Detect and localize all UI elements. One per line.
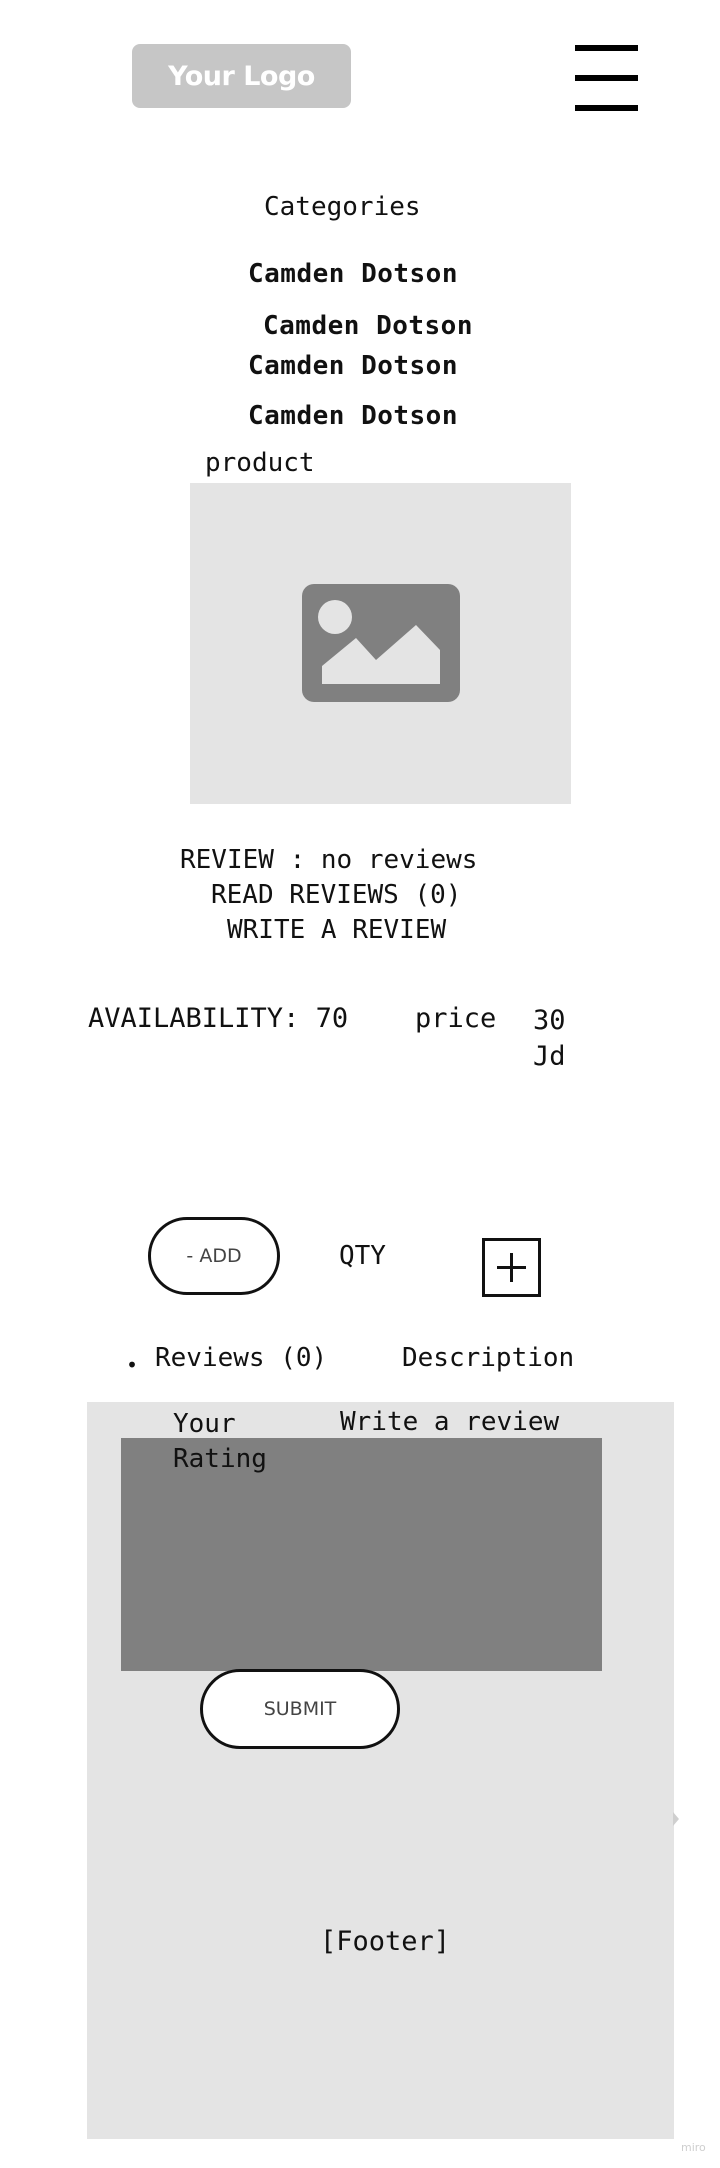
categories-heading: Categories bbox=[264, 192, 421, 222]
logo[interactable]: Your Logo bbox=[132, 44, 351, 108]
product-image bbox=[190, 483, 571, 804]
qty-label: QTY bbox=[339, 1241, 386, 1271]
footer: [Footer] bbox=[320, 1926, 451, 1957]
hamburger-menu-icon[interactable] bbox=[575, 45, 638, 111]
image-placeholder-icon bbox=[302, 584, 460, 702]
menu-bar bbox=[575, 75, 638, 81]
watermark: miro bbox=[681, 2141, 706, 2154]
menu-bar bbox=[575, 45, 638, 51]
category-item[interactable]: Camden Dotson bbox=[248, 259, 458, 289]
review-status: REVIEW : no reviews bbox=[180, 845, 478, 875]
scroll-arrow-icon[interactable] bbox=[673, 1812, 679, 1826]
tab-reviews[interactable]: Reviews (0) bbox=[155, 1343, 327, 1373]
category-item[interactable]: Camden Dotson bbox=[263, 311, 473, 341]
availability: AVAILABILITY: 70 bbox=[88, 1003, 349, 1034]
submit-button[interactable]: SUBMIT bbox=[200, 1669, 400, 1749]
write-review-link[interactable]: WRITE A REVIEW bbox=[227, 915, 446, 945]
write-review-label: Write a review bbox=[340, 1407, 560, 1437]
add-button[interactable]: - ADD bbox=[148, 1217, 280, 1295]
category-item[interactable]: Camden Dotson bbox=[248, 351, 458, 381]
your-rating-label: Your Rating bbox=[155, 1407, 293, 1477]
tab-description[interactable]: Description bbox=[402, 1343, 574, 1373]
product-label: product bbox=[205, 448, 315, 478]
menu-bar bbox=[575, 105, 638, 111]
your-rating-text: Your Rating bbox=[173, 1409, 267, 1474]
category-item[interactable]: Camden Dotson bbox=[248, 401, 458, 431]
price-value: 30 Jd bbox=[533, 1005, 566, 1072]
tab-bullet: • bbox=[126, 1353, 139, 1377]
price-label: price bbox=[415, 1003, 497, 1034]
plus-icon[interactable] bbox=[482, 1238, 541, 1297]
read-reviews-link[interactable]: READ REVIEWS (0) bbox=[211, 880, 461, 910]
